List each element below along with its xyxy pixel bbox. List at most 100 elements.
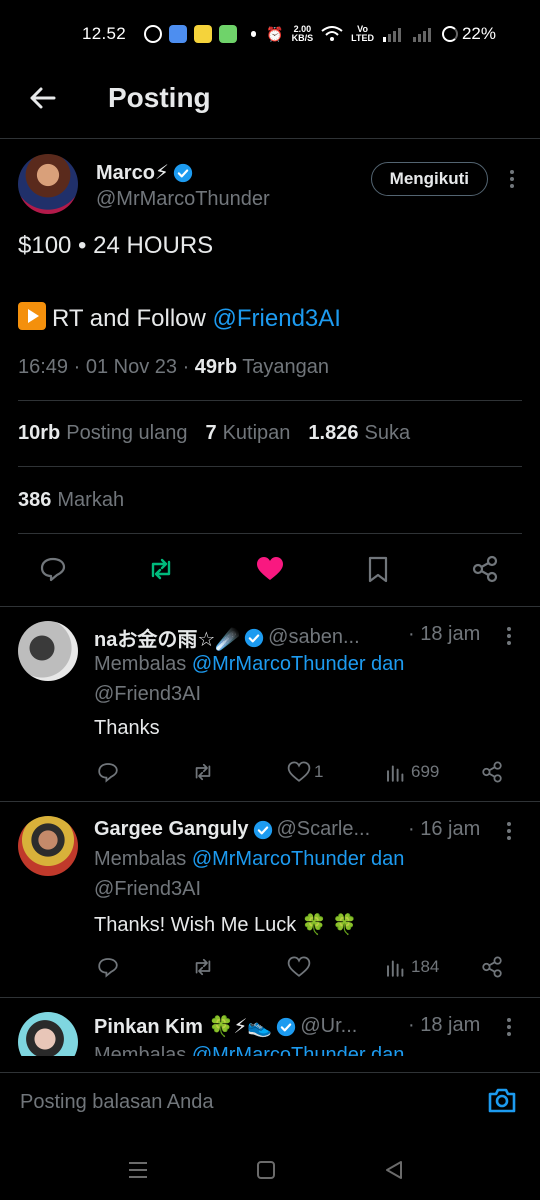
reply-author-name: Gargee Ganguly	[94, 818, 249, 840]
app-green-icon	[219, 25, 238, 43]
reply-like-count: 1	[314, 762, 324, 781]
reply-views-count: 184	[411, 957, 440, 976]
reply-composer	[0, 1072, 540, 1129]
battery-ring-icon	[441, 26, 458, 42]
post-time: 16:49	[18, 356, 69, 378]
bookmark-stats: 386 Markah	[18, 489, 124, 512]
reply-item[interactable]: Gargee Ganguly @Scarle... · 16 jam Memba…	[0, 802, 540, 997]
reply-author-handle: @Ur...	[300, 1015, 358, 1037]
bookmarks-count: 386	[18, 489, 52, 511]
post-author: Marco⚡ @MrMarcoThunder Mengikuti	[18, 154, 522, 216]
reply-input[interactable]	[18, 1083, 462, 1121]
reply-time: · 18 jam	[408, 623, 481, 645]
bookmarks-stat[interactable]: 386 Markah	[18, 489, 124, 512]
reply-avatar[interactable]	[18, 1012, 78, 1056]
replying-to: Membalas @MrMarcoThunder dan	[94, 653, 404, 676]
post-text-line-2: RT and Follow @Friend3AI	[18, 302, 341, 333]
repost-icon	[195, 763, 211, 781]
author-handle[interactable]: @MrMarcoThunder	[96, 188, 270, 211]
reply-like-action[interactable]	[287, 955, 314, 979]
replying-to: Membalas @MrMarcoThunder dan	[94, 1044, 404, 1056]
mention-link[interactable]: @Friend3AI	[213, 305, 341, 332]
reply-like-action[interactable]: 1	[287, 760, 323, 784]
reply-item[interactable]: naお金の雨☆☄️ @saben... · 18 jam Membalas @M…	[0, 607, 540, 801]
quotes-stat[interactable]: 7 Kutipan	[205, 422, 290, 445]
alarm-icon: ⏰	[266, 25, 284, 42]
author-avatar[interactable]	[18, 154, 78, 214]
reply-author-line[interactable]: naお金の雨☆☄️ @saben...	[94, 623, 360, 652]
home-icon[interactable]	[254, 1158, 278, 1182]
reply-text: Thanks! Wish Me Luck 🍀 🍀	[94, 914, 358, 936]
replying-prefix: Membalas	[94, 653, 192, 675]
reply-views-action[interactable]: 184	[384, 955, 439, 979]
quotes-count: 7	[205, 422, 217, 444]
volte-label: Vo LTED	[351, 25, 374, 43]
recent-apps-icon[interactable]	[126, 1158, 150, 1182]
data-speed: 2.00 KB/S	[292, 25, 314, 43]
reply-reply-action[interactable]	[96, 955, 120, 979]
reply-avatar[interactable]	[18, 621, 78, 681]
reply-author-line[interactable]: Gargee Ganguly @Scarle...	[94, 818, 370, 841]
reply-item[interactable]: Pinkan Kim 🍀⚡👟 @Ur... · 18 jam Membalas …	[0, 998, 540, 1056]
app-blue-icon	[169, 25, 188, 43]
reply-author-line[interactable]: Pinkan Kim 🍀⚡👟 @Ur...	[94, 1014, 357, 1039]
divider	[18, 400, 522, 401]
post-text-line-1: $100 • 24 HOURS	[18, 232, 214, 259]
reply-repost-action[interactable]	[191, 760, 215, 784]
reply-avatar[interactable]	[18, 816, 78, 876]
replying-prefix: Membalas	[94, 1044, 192, 1056]
reply-repost-action[interactable]	[191, 955, 215, 979]
repost-icon[interactable]	[146, 554, 176, 584]
share-icon[interactable]	[470, 554, 500, 584]
signal-icon	[382, 28, 401, 42]
replying-mention[interactable]: @MrMarcoThunder dan	[192, 653, 405, 675]
replying-mention-2[interactable]: @Friend3AI	[94, 878, 201, 901]
reply-views-action[interactable]: 699	[384, 760, 439, 784]
status-right: ⏰ 2.00 KB/S Vo LTED 22%	[266, 24, 496, 44]
divider	[18, 533, 522, 534]
more-options-icon[interactable]	[507, 627, 513, 648]
replying-mention-2[interactable]: @Friend3AI	[94, 683, 201, 706]
reply-text: Thanks	[94, 717, 160, 739]
likes-label: Suka	[364, 422, 411, 444]
more-notifications-dot	[251, 31, 257, 37]
views-chart-icon	[387, 960, 404, 977]
post-action-bar	[0, 550, 540, 590]
bookmark-icon[interactable]	[363, 554, 393, 584]
reply-views-count: 699	[411, 762, 440, 781]
reply-time: · 16 jam	[408, 818, 481, 840]
author-name-line[interactable]: Marco⚡	[96, 160, 193, 185]
following-button[interactable]: Mengikuti	[370, 162, 488, 196]
replying-mention[interactable]: @MrMarcoThunder dan	[192, 848, 405, 870]
more-options-icon[interactable]	[507, 1018, 513, 1039]
views-label[interactable]: Tayangan	[242, 356, 329, 378]
quotes-label: Kutipan	[222, 422, 291, 444]
back-arrow-icon[interactable]	[26, 82, 58, 114]
app-yellow-icon	[194, 25, 213, 43]
reply-reply-action[interactable]	[96, 760, 120, 784]
heart-icon	[287, 956, 311, 977]
more-options-icon[interactable]	[507, 822, 513, 843]
camera-icon[interactable]	[486, 1084, 518, 1116]
reply-author-handle: @saben...	[268, 626, 360, 648]
likes-stat[interactable]: 1.826 Suka	[308, 422, 410, 445]
page-title: Posting	[108, 82, 211, 113]
reply-share-action[interactable]	[480, 955, 504, 979]
share-icon	[482, 761, 502, 783]
divider	[18, 466, 522, 467]
author-name: Marco⚡	[96, 162, 169, 184]
reply-icon[interactable]	[38, 554, 68, 584]
reply-icon	[98, 763, 118, 783]
replying-mention[interactable]: @MrMarcoThunder dan	[192, 1044, 405, 1056]
verified-badge-icon	[173, 163, 193, 182]
reply-share-action[interactable]	[480, 760, 504, 784]
reposts-stat[interactable]: 10rb Posting ulang	[18, 422, 187, 445]
volte-bottom: LTED	[351, 33, 374, 43]
views-count: 49rb	[194, 356, 238, 378]
heart-icon	[287, 761, 311, 782]
likes-count: 1.826	[308, 422, 359, 444]
top-bar: Posting	[0, 68, 540, 139]
like-icon[interactable]	[255, 554, 285, 584]
more-options-icon[interactable]	[510, 170, 516, 191]
back-icon[interactable]	[382, 1158, 406, 1182]
